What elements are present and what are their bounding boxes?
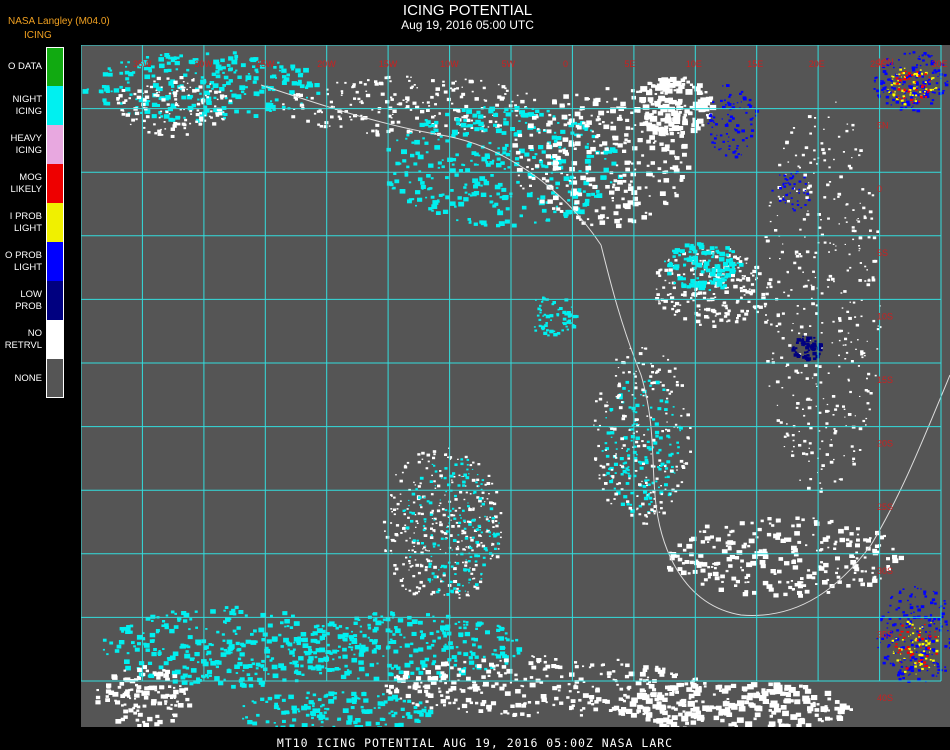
- legend-item: MOG LIKELY: [0, 164, 66, 203]
- legend-label: MOG LIKELY: [10, 171, 42, 195]
- legend-swatch: [46, 320, 64, 359]
- latitude-label: 40S: [877, 693, 893, 703]
- latitude-label: 0: [877, 184, 882, 194]
- legend-item: O PROB LIGHT: [0, 242, 66, 281]
- color-legend: O DATA NIGHT ICING HEAVY ICING MOG LIKELY I …: [0, 47, 66, 398]
- legend-swatch: [46, 203, 64, 242]
- product-label: ICING: [24, 30, 52, 41]
- legend-label: O PROB LIGHT: [5, 249, 42, 273]
- longitude-label: 15W: [379, 59, 398, 69]
- footer-caption: MT10 ICING POTENTIAL AUG 19, 2016 05:00Z…: [276, 736, 674, 750]
- legend-item: NONE: [0, 359, 66, 398]
- legend-item: NIGHT ICING: [0, 86, 66, 125]
- legend-swatch: [46, 359, 64, 398]
- legend-swatch: [46, 86, 64, 125]
- legend-label: O DATA: [8, 60, 42, 72]
- latitude-label: 15S: [877, 375, 893, 385]
- longitude-label: 5E: [624, 59, 635, 69]
- legend-label: I PROB LIGHT: [9, 210, 42, 234]
- header-source: NASA Langley (M04.0) ICING: [8, 16, 110, 41]
- legend-swatch: [46, 281, 64, 320]
- legend-label: NONE: [14, 372, 42, 384]
- page-title: ICING POTENTIAL: [402, 2, 533, 19]
- legend-label: NIGHT ICING: [12, 93, 42, 117]
- latitude-label: 10S: [877, 311, 893, 321]
- icing-map: 35W 30W 25W 20W 15W 10W 5W 0 5E 10E 15E 20E 25E 30E10…: [81, 45, 950, 727]
- longitude-label: 35W: [133, 59, 152, 69]
- longitude-label: 15E: [747, 59, 763, 69]
- legend-swatch: [46, 47, 64, 86]
- longitude-label: 30W: [194, 59, 213, 69]
- legend-item: I PROB LIGHT: [0, 203, 66, 242]
- source-label: NASA Langley (M04.0): [8, 16, 110, 27]
- timestamp: Aug 19, 2016 05:00 UTC: [401, 18, 534, 32]
- longitude-label: 25W: [256, 59, 275, 69]
- longitude-label: 20E: [809, 59, 825, 69]
- legend-label: HEAVY ICING: [10, 132, 42, 156]
- legend-item: NO RETRVL: [0, 320, 66, 359]
- latitude-label: 25S: [877, 502, 893, 512]
- longitude-label: 30E: [932, 59, 948, 69]
- legend-swatch: [46, 125, 64, 164]
- legend-item: O DATA: [0, 47, 66, 86]
- longitude-label: 10E: [686, 59, 702, 69]
- legend-item: HEAVY ICING: [0, 125, 66, 164]
- legend-label: LOW PROB: [15, 288, 42, 312]
- latitude-label: 30S: [877, 566, 893, 576]
- latitude-label: 10N: [877, 57, 894, 67]
- legend-swatch: [46, 242, 64, 281]
- longitude-label: 10W: [440, 59, 459, 69]
- legend-item: LOW PROB: [0, 281, 66, 320]
- latitude-label: 5N: [877, 121, 889, 131]
- longitude-label: 20W: [317, 59, 336, 69]
- latitude-label: 20S: [877, 439, 893, 449]
- legend-swatch: [46, 164, 64, 203]
- latitude-label: 35S: [877, 629, 893, 639]
- latitude-label: 5S: [877, 248, 888, 258]
- longitude-label: 5W: [502, 59, 516, 69]
- longitude-label: 0: [563, 59, 568, 69]
- legend-label: NO RETRVL: [4, 327, 42, 351]
